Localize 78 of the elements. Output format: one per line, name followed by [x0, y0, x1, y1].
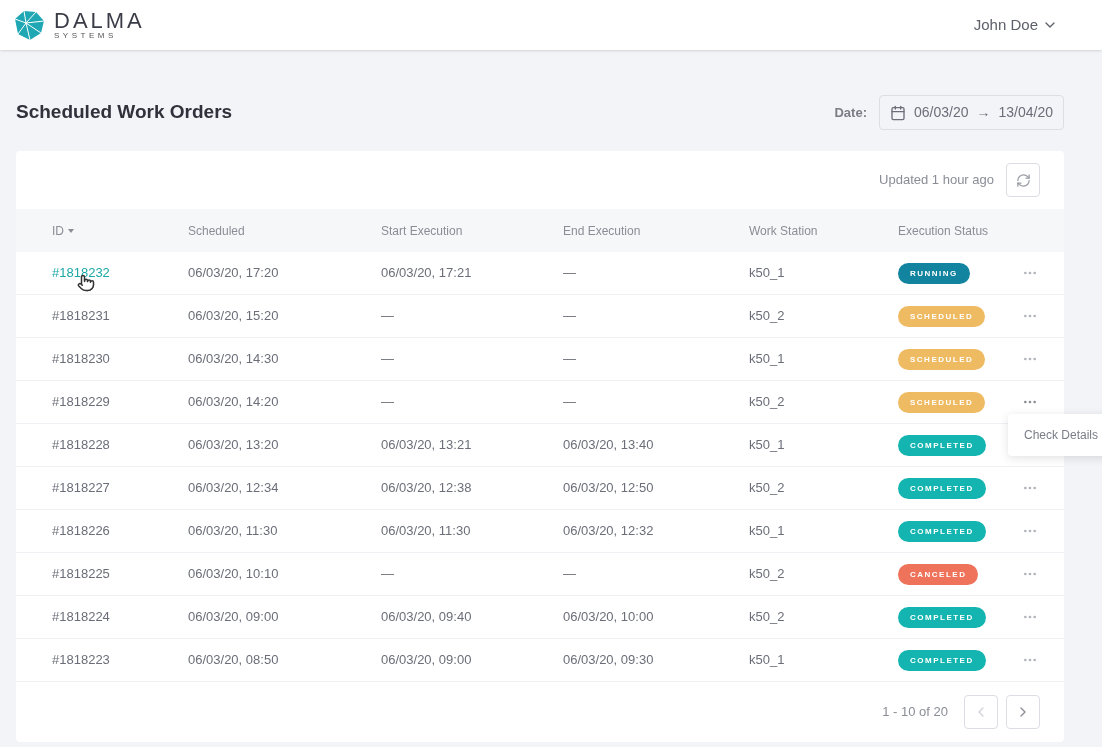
- table-cell-text: 06/03/20, 12:38: [381, 479, 473, 498]
- order-id-link[interactable]: #1818223: [52, 652, 110, 668]
- column-header[interactable]: Work Station: [749, 221, 818, 240]
- table-cell-text: 06/03/20, 12:34: [188, 479, 280, 498]
- table-cell-text: 06/03/20, 13:20: [188, 436, 280, 455]
- date-from: 06/03/20: [914, 103, 969, 122]
- table-cell-text: 06/03/20, 10:00: [563, 608, 655, 627]
- status-badge: SCHEDULED: [898, 392, 986, 413]
- status-badge: COMPLETED: [898, 521, 986, 542]
- table-cell-text: k50_1: [749, 436, 786, 455]
- table-cell-text: 06/03/20, 12:32: [563, 522, 655, 541]
- table-cell-text: 06/03/20, 09:40: [381, 608, 473, 627]
- table-cell-text: k50_1: [749, 651, 786, 670]
- table-cell-text: —: [563, 264, 577, 283]
- table-cell-text: 06/03/20, 14:20: [188, 393, 280, 412]
- status-badge: SCHEDULED: [898, 349, 986, 370]
- status-badge: CANCELED: [898, 564, 979, 585]
- table-cell-text: k50_2: [749, 479, 786, 498]
- status-badge: SCHEDULED: [898, 306, 986, 327]
- logo-tagline: SYSTEMS: [54, 32, 118, 40]
- table-cell-text: 06/03/20, 09:00: [381, 651, 473, 670]
- status-badge: COMPLETED: [898, 607, 986, 628]
- table-cell-text: 06/03/20, 09:30: [563, 651, 655, 670]
- column-header[interactable]: End Execution: [563, 221, 641, 240]
- status-badge: RUNNING: [898, 263, 970, 284]
- table-cell-text: 06/03/20, 17:20: [188, 264, 280, 283]
- date-range-picker[interactable]: 06/03/20 → 13/04/20: [879, 95, 1064, 130]
- table-cell-text: 06/03/20, 15:20: [188, 307, 280, 326]
- table-cell-text: k50_2: [749, 307, 786, 326]
- logo-wordmark: DALMA: [54, 10, 145, 32]
- status-badge: COMPLETED: [898, 650, 986, 671]
- table-cell-text: 06/03/20, 13:21: [381, 436, 473, 455]
- order-id-link[interactable]: #1818231: [52, 308, 110, 324]
- order-id-link[interactable]: #1818228: [52, 437, 110, 453]
- table-cell-text: 06/03/20, 11:30: [381, 522, 472, 541]
- updated-text: Updated 1 hour ago: [879, 171, 994, 190]
- table-cell-text: k50_2: [749, 608, 786, 627]
- order-id-link[interactable]: #1818230: [52, 351, 110, 367]
- date-to: 13/04/20: [998, 103, 1053, 122]
- column-header[interactable]: Start Execution: [381, 221, 463, 240]
- column-header[interactable]: Scheduled: [188, 221, 245, 240]
- order-id-link[interactable]: #1818229: [52, 394, 110, 410]
- date-arrow: →: [976, 103, 991, 122]
- table-cell-text: k50_1: [749, 522, 786, 541]
- order-id-link[interactable]: #1818225: [52, 566, 110, 582]
- order-id-link[interactable]: #1818227: [52, 480, 110, 496]
- table-cell-text: —: [381, 565, 395, 584]
- order-id-link[interactable]: #1818232: [52, 265, 110, 281]
- table-cell-text: k50_1: [749, 264, 786, 283]
- order-id-link[interactable]: #1818226: [52, 523, 110, 539]
- table-cell-text: k50_2: [749, 565, 786, 584]
- pagination-range: 1 - 10 of 20: [882, 703, 948, 722]
- table-cell-text: 06/03/20, 11:30: [188, 522, 279, 541]
- order-id-link[interactable]: #1818224: [52, 609, 110, 625]
- menu-item[interactable]: Check Details: [1008, 418, 1102, 452]
- table-cell-text: 06/03/20, 14:30: [188, 350, 280, 369]
- user-menu[interactable]: John Doe: [973, 13, 1058, 37]
- table-cell-text: —: [381, 307, 395, 326]
- status-badge: COMPLETED: [898, 435, 986, 456]
- table-cell-text: 06/03/20, 10:10: [188, 565, 280, 584]
- table-cell-text: k50_1: [749, 350, 786, 369]
- date-label: Date:: [834, 103, 867, 122]
- table-cell-text: 06/03/20, 09:00: [188, 608, 280, 627]
- table-cell-text: —: [563, 393, 577, 412]
- table-cell-text: 06/03/20, 12:50: [563, 479, 655, 498]
- page-title: Scheduled Work Orders: [16, 100, 233, 125]
- table-cell-text: —: [563, 565, 577, 584]
- table-cell-text: 06/03/20, 13:40: [563, 436, 655, 455]
- table-cell-text: —: [381, 350, 395, 369]
- table-cell-text: —: [381, 393, 395, 412]
- table-cell-text: 06/03/20, 17:21: [381, 264, 473, 283]
- column-header[interactable]: ID: [52, 221, 64, 240]
- table-cell-text: 06/03/20, 08:50: [188, 651, 280, 670]
- table-cell-text: —: [563, 350, 577, 369]
- status-badge: COMPLETED: [898, 478, 986, 499]
- table-cell-text: k50_2: [749, 393, 786, 412]
- table-cell-text: —: [563, 307, 577, 326]
- column-header[interactable]: Execution Status: [898, 221, 989, 240]
